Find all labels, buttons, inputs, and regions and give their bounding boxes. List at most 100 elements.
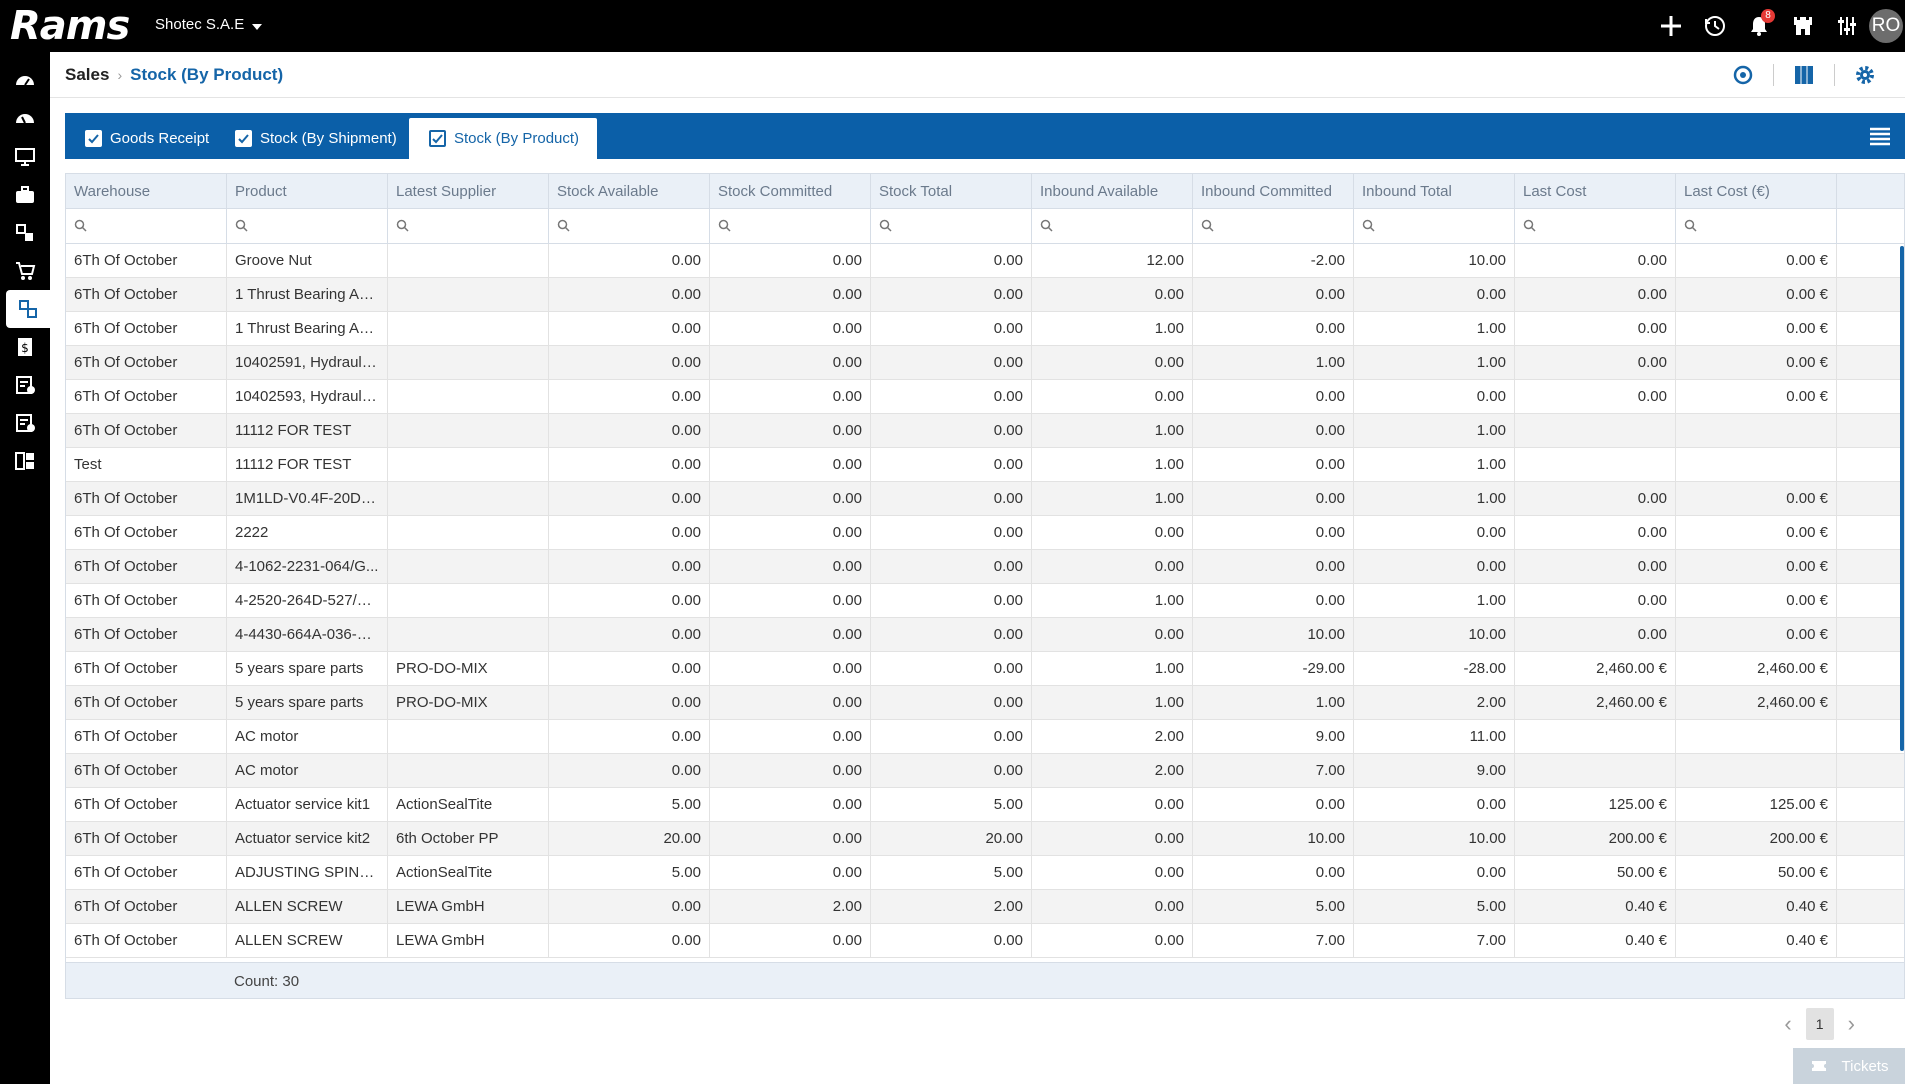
column-filter-input[interactable] (66, 209, 227, 243)
table-cell: 0.00 (1193, 856, 1354, 890)
sidebar-item-grid[interactable] (0, 442, 50, 480)
sidebar-item-briefcase[interactable] (0, 176, 50, 214)
user-avatar[interactable]: RO (1869, 9, 1903, 43)
history-button[interactable] (1693, 0, 1737, 52)
checkbox-checked-icon[interactable] (85, 130, 102, 147)
checkbox-checked-icon[interactable] (235, 130, 252, 147)
table-cell: 0.00 (871, 278, 1032, 312)
column-header[interactable]: Latest Supplier (388, 174, 549, 208)
column-header[interactable]: Last Cost (1515, 174, 1676, 208)
page-number-button[interactable]: 1 (1805, 1008, 1834, 1040)
breadcrumb-root[interactable]: Sales (65, 65, 109, 85)
notifications-button[interactable]: 8 (1737, 0, 1781, 52)
table-cell: 0.00 (1032, 516, 1193, 550)
table-row[interactable]: 6Th Of October 4-1062-2231-064/G... 0.00 0.… (66, 550, 1904, 584)
previous-page-button[interactable]: ‹ (1784, 1011, 1791, 1037)
table-row[interactable]: 6Th Of October 4-2520-264D-527/KK... 0.00 0… (66, 584, 1904, 618)
sidebar-item-checklist[interactable] (0, 366, 50, 404)
table-cell: 2.00 (710, 890, 871, 924)
table-row[interactable]: 6Th Of October AC motor 0.00 0.00 0.00 2.00 9.… (66, 720, 1904, 754)
sidebar-item-cart[interactable] (0, 252, 50, 290)
grid-filter-row (66, 209, 1904, 244)
column-header[interactable]: Inbound Total (1354, 174, 1515, 208)
column-filter-input[interactable] (1032, 209, 1193, 243)
column-header[interactable]: Product (227, 174, 388, 208)
column-header[interactable]: Inbound Committed (1193, 174, 1354, 208)
sidebar-item-report[interactable] (0, 404, 50, 442)
table-cell: 0.00 (549, 244, 710, 278)
table-row[interactable]: 6Th Of October 2222 0.00 0.00 0.00 0.00 0.00 0.… (66, 516, 1904, 550)
table-cell (388, 584, 549, 618)
table-row[interactable]: Test 11112 FOR TEST 0.00 0.00 0.00 1.00 0.00 1.… (66, 448, 1904, 482)
page-settings-button[interactable] (1835, 52, 1895, 98)
column-header[interactable]: Stock Total (871, 174, 1032, 208)
table-cell: 0.00 (1354, 380, 1515, 414)
sidebar-item-monitor[interactable] (0, 138, 50, 176)
sidebar-item-speedometer[interactable] (0, 100, 50, 138)
table-row[interactable]: 6Th Of October 1 Thrust Bearing Ass... 0.0… (66, 312, 1904, 346)
table-cell: 4-4430-664A-036-1/... (227, 618, 388, 652)
table-row[interactable]: 6Th Of October ALLEN SCREW LEWA GmbH 0.00 0.… (66, 924, 1904, 958)
layout-toggle-button[interactable] (1774, 52, 1834, 98)
table-cell: 6Th Of October (66, 516, 227, 550)
table-row[interactable]: 6Th Of October 5 years spare parts PRO-DO-… (66, 686, 1904, 720)
checkbox-checked-icon[interactable] (429, 130, 446, 147)
table-cell (1515, 414, 1676, 448)
table-row[interactable]: 6Th Of October Groove Nut 0.00 0.00 0.00 12.0… (66, 244, 1904, 278)
table-cell: 0.00 (1515, 244, 1676, 278)
tab-stock-by-product[interactable]: Stock (By Product) (409, 118, 598, 159)
table-row[interactable]: 6Th Of October 1M1LD-V0.4F-20D1R... 0.00 0.… (66, 482, 1904, 516)
column-filter-input[interactable] (710, 209, 871, 243)
refresh-button[interactable] (1713, 52, 1773, 98)
table-cell: 6Th Of October (66, 924, 227, 958)
column-filter-input[interactable] (1676, 209, 1837, 243)
tickets-button[interactable]: Tickets (1793, 1048, 1905, 1084)
table-row[interactable]: 6Th Of October 5 years spare parts PRO-DO-… (66, 652, 1904, 686)
table-cell: 6Th Of October (66, 822, 227, 856)
table-cell: 7.00 (1193, 924, 1354, 958)
table-cell: Actuator service kit2 (227, 822, 388, 856)
table-cell: 0.00 € (1676, 516, 1837, 550)
next-page-button[interactable]: › (1848, 1011, 1855, 1037)
table-cell: 0.00 (710, 448, 871, 482)
column-header[interactable]: Stock Available (549, 174, 710, 208)
sidebar-item-dashboard[interactable] (0, 62, 50, 100)
column-header[interactable]: Inbound Available (1032, 174, 1193, 208)
table-cell: 0.00 € (1676, 312, 1837, 346)
app-logo[interactable]: Rams (10, 3, 130, 49)
table-row[interactable]: 6Th Of October 4-4430-664A-036-1/... 0.00 0… (66, 618, 1904, 652)
tab-menu-button[interactable] (1869, 125, 1891, 152)
table-row[interactable]: 6Th Of October 11112 FOR TEST 0.00 0.00 0.00… (66, 414, 1904, 448)
table-row[interactable]: 6Th Of October 1 Thrust Bearing Ass... 0.0… (66, 278, 1904, 312)
table-row[interactable]: 6Th Of October Actuator service kit1 Actio… (66, 788, 1904, 822)
sidebar-item-stock[interactable] (6, 290, 50, 328)
column-filter-input[interactable] (1193, 209, 1354, 243)
column-filter-input[interactable] (227, 209, 388, 243)
table-cell: 6Th Of October (66, 278, 227, 312)
table-row[interactable]: 6Th Of October ADJUSTING SPINDLE ActionSea… (66, 856, 1904, 890)
sidebar-item-invoice[interactable]: $ (0, 328, 50, 366)
column-filter-input[interactable] (388, 209, 549, 243)
table-row[interactable]: 6Th Of October 10402593, Hydraulic... 0.00… (66, 380, 1904, 414)
column-filter-input[interactable] (1515, 209, 1676, 243)
settings-sliders-button[interactable] (1825, 0, 1869, 52)
tab-stock-by-shipment[interactable]: Stock (By Shipment) (215, 118, 415, 159)
column-header[interactable]: Warehouse (66, 174, 227, 208)
add-button[interactable] (1649, 0, 1693, 52)
table-row[interactable]: 6Th Of October Actuator service kit2 6th O… (66, 822, 1904, 856)
column-filter-input[interactable] (549, 209, 710, 243)
column-header[interactable]: Last Cost (€) (1676, 174, 1837, 208)
table-cell: 10402593, Hydraulic... (227, 380, 388, 414)
vertical-scrollbar[interactable] (1900, 246, 1904, 751)
table-row[interactable]: 6Th Of October AC motor 0.00 0.00 0.00 2.00 7.… (66, 754, 1904, 788)
sidebar-item-modules[interactable] (0, 214, 50, 252)
table-cell: 10402591, Hydraulic... (227, 346, 388, 380)
company-selector[interactable]: Shotec S.A.E (155, 16, 263, 33)
column-filter-input[interactable] (871, 209, 1032, 243)
column-filter-input[interactable] (1354, 209, 1515, 243)
castle-button[interactable] (1781, 0, 1825, 52)
table-row[interactable]: 6Th Of October ALLEN SCREW LEWA GmbH 0.00 2.… (66, 890, 1904, 924)
table-row[interactable]: 6Th Of October 10402591, Hydraulic... 0.00… (66, 346, 1904, 380)
tab-goods-receipt[interactable]: Goods Receipt (65, 118, 227, 159)
column-header[interactable]: Stock Committed (710, 174, 871, 208)
